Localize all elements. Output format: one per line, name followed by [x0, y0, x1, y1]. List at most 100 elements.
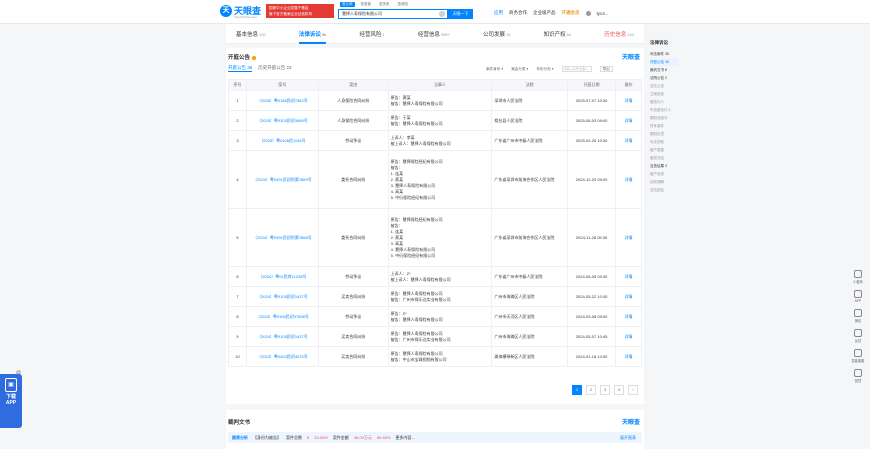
party-company-link[interactable]: 被上诉人：慧择人寿保险有限公司 [391, 277, 490, 283]
detail-link[interactable]: 详情 [615, 266, 642, 287]
page-1[interactable]: 1 [572, 385, 582, 395]
nav-user[interactable]: tyc4... [597, 11, 609, 16]
top-nav: 应用 商务合作 企业级产品 开通会员 tyc4... [494, 10, 609, 16]
party-company-link[interactable]: 被告：慧择人寿保险有限公司 [391, 317, 490, 323]
party-company-link[interactable]: 被告：广州市保乐达实业有限公司 [391, 337, 490, 343]
sidenav-item[interactable]: 被执行人 [650, 98, 678, 106]
party-company-link[interactable]: 被告：慧择人寿保险有限公司 [391, 101, 490, 107]
case-number-link[interactable]: （2025）粤0303民初3089号 [245, 110, 319, 131]
search-tab-company[interactable]: 查公司 [340, 2, 355, 7]
case-number-link[interactable]: （2025）粤0106民1134号 [245, 130, 319, 151]
expand-chart-button[interactable]: 展开图表 [620, 432, 636, 443]
detail-link[interactable]: 详情 [615, 110, 642, 131]
tab-ip[interactable]: 知识产权54 [544, 30, 571, 38]
tab-business-info[interactable]: 经营信息999+ [418, 30, 450, 38]
nav-vip[interactable]: 开通会员 [562, 10, 580, 16]
page-3[interactable]: 3 [600, 385, 610, 395]
filter-bar: 案件身份 ▾ 案由分类 ▾ 年份分布 ▾ 请输入案号/当事人 导出 [486, 66, 613, 72]
detail-link[interactable]: 详情 [615, 346, 642, 367]
case-number-link[interactable]: （2023）粤0403民初4070号 [245, 346, 319, 367]
sidenav-item[interactable]: 股权冻结 [650, 154, 678, 162]
tab-legal[interactable]: 法律诉讼9k [298, 30, 327, 44]
subtab-hearing[interactable]: 开庭公告 36 [228, 65, 253, 72]
next-page-button[interactable]: › [628, 385, 638, 395]
tab-basic-info[interactable]: 基本信息100 [236, 30, 266, 38]
party-company-link[interactable]: 5. 中衍保险经纪有限公司 [391, 253, 490, 259]
sidenav-item[interactable]: 法院公告 2 [650, 74, 678, 82]
feedback-button[interactable]: 反馈 [854, 329, 862, 343]
search-tab-relation[interactable]: 查关系 [377, 2, 392, 7]
filter-year[interactable]: 年份分布 ▾ [536, 67, 553, 72]
avatar[interactable] [585, 10, 591, 16]
tab-business-risk[interactable]: 经营风险1 [359, 30, 384, 38]
site-logo[interactable]: 天 天眼查 TianYanCha.com [220, 5, 261, 19]
party-company-link[interactable]: 5. 中衍保险经纪有限公司 [391, 195, 490, 201]
sidenav-item[interactable]: 诉前调解 [650, 178, 678, 186]
search-input[interactable]: 慧择人寿保险有限公司 [338, 9, 448, 19]
miniprogram-button[interactable]: 小程序 [853, 270, 863, 284]
court-name: 广东省深圳市前海合作区人民法院 [491, 208, 569, 267]
case-number-link[interactable]: （2025）粤0185民初7362号 [245, 90, 319, 111]
case-number-link[interactable]: （2024）粤0391民初刑第7869号 [245, 150, 319, 209]
party-company-link[interactable]: 被告：中山市宝珠视频有限公司 [391, 357, 490, 363]
sidenav-item[interactable]: 破产信息 [650, 170, 678, 178]
case-number-link[interactable]: （2024）粤0105民初1437号 [245, 286, 319, 307]
page-4[interactable]: 4 [614, 385, 624, 395]
court-name: 广州市天河区人民法院 [491, 306, 569, 327]
detail-link[interactable]: 详情 [615, 130, 642, 151]
detail-link[interactable]: 详情 [615, 90, 642, 111]
party-company-link[interactable]: 被告：广州市保乐达实业有限公司 [391, 297, 490, 303]
nav-enterprise[interactable]: 企业级产品 [533, 10, 556, 16]
nav-business[interactable]: 商务合作 [509, 10, 527, 16]
case-number-link[interactable]: （2023）粤0106民初37698号 [245, 306, 319, 327]
promo-banner[interactable]: 国家中小企业发展子基金 旗下官方备案企业征信机构 [266, 4, 334, 18]
sidenav-item[interactable]: 立案信息 [650, 90, 678, 98]
page-2[interactable]: 2 [586, 385, 596, 395]
sidenav-item[interactable]: 破产重整 [650, 146, 678, 154]
legal-sidenav: 法律诉讼 司法案件 38 开庭公告 36 裁判文书 8 法院公告 2 送达公告 立案信息被… [650, 40, 678, 194]
subtab-history-hearing[interactable]: 历史开庭公告 23 [258, 65, 291, 72]
sidenav-item[interactable]: 终本案件 [650, 122, 678, 130]
filter-cause[interactable]: 案由分类 ▾ [511, 67, 528, 72]
search-tab-risk[interactable]: 查风险 [396, 2, 411, 7]
sidenav-item[interactable]: 裁判文书 8 [650, 66, 678, 74]
more-link[interactable]: 更多内容... [395, 432, 414, 443]
sidenav-item[interactable]: 司法案件 38 [650, 50, 678, 58]
sidenav-item[interactable]: 限制消费令 [650, 114, 678, 122]
detail-link[interactable]: 详情 [615, 326, 642, 347]
case-number-link[interactable]: （2024）粤0391民初刑第7868号 [245, 208, 319, 267]
sidenav-item[interactable]: 互查结果 3 [650, 162, 678, 170]
sidenav-item[interactable]: 失信被执行人 [650, 106, 678, 114]
detail-link[interactable]: 详情 [615, 150, 642, 209]
search-tab-boss[interactable]: 查老板 [359, 2, 374, 7]
app-download-widget[interactable]: ▣ 下载 APP [0, 374, 22, 428]
app-button[interactable]: APP [854, 290, 862, 303]
detail-link[interactable]: 详情 [615, 306, 642, 327]
tab-development[interactable]: 公司发展15 [483, 30, 510, 38]
detail-link[interactable]: 详情 [615, 286, 642, 307]
service-button[interactable]: 智能客服 [852, 349, 864, 363]
tab-history[interactable]: 历史信息144 [604, 30, 634, 38]
sidenav-item[interactable]: 送达公告 [650, 82, 678, 90]
sidenav-item[interactable]: 司法协助 [650, 138, 678, 146]
sidenav-item[interactable]: 开庭公告 36 [650, 58, 678, 66]
wechat-button[interactable]: 微信 [854, 309, 862, 323]
search-button[interactable]: 天眼一下 [448, 9, 473, 19]
phone-icon: ▣ [5, 378, 17, 392]
nav-app[interactable]: 应用 [494, 10, 503, 16]
export-button[interactable]: 导出 [599, 66, 613, 72]
detail-link[interactable]: 详情 [615, 208, 642, 267]
sidenav-item[interactable]: 送达回证 [650, 186, 678, 194]
top-header: 天 天眼查 TianYanCha.com 国家中小企业发展子基金 旗下官方备案企… [0, 0, 870, 24]
case-number-link[interactable]: （2024）粤0105民初1437号 [245, 326, 319, 347]
sidenav-item[interactable]: 限制出境 [650, 130, 678, 138]
hearing-date: 2025-06-03 09:00 [567, 110, 617, 131]
party-company-link[interactable]: 被上诉人：慧择人寿保险有限公司 [391, 141, 490, 147]
filter-search-input[interactable]: 请输入案号/当事人 [561, 66, 592, 72]
party-company-link[interactable]: 被告：慧择人寿保险有限公司 [391, 121, 490, 127]
court-name: 广东省深圳市前海合作区人民法院 [491, 150, 569, 209]
filter-identity[interactable]: 案件身份 ▾ [486, 67, 503, 72]
case-number-link[interactable]: （2024）粤01民终11228号 [245, 266, 319, 287]
back-to-top-button[interactable]: 回顶 [854, 369, 862, 383]
clear-icon[interactable]: × [439, 11, 445, 17]
